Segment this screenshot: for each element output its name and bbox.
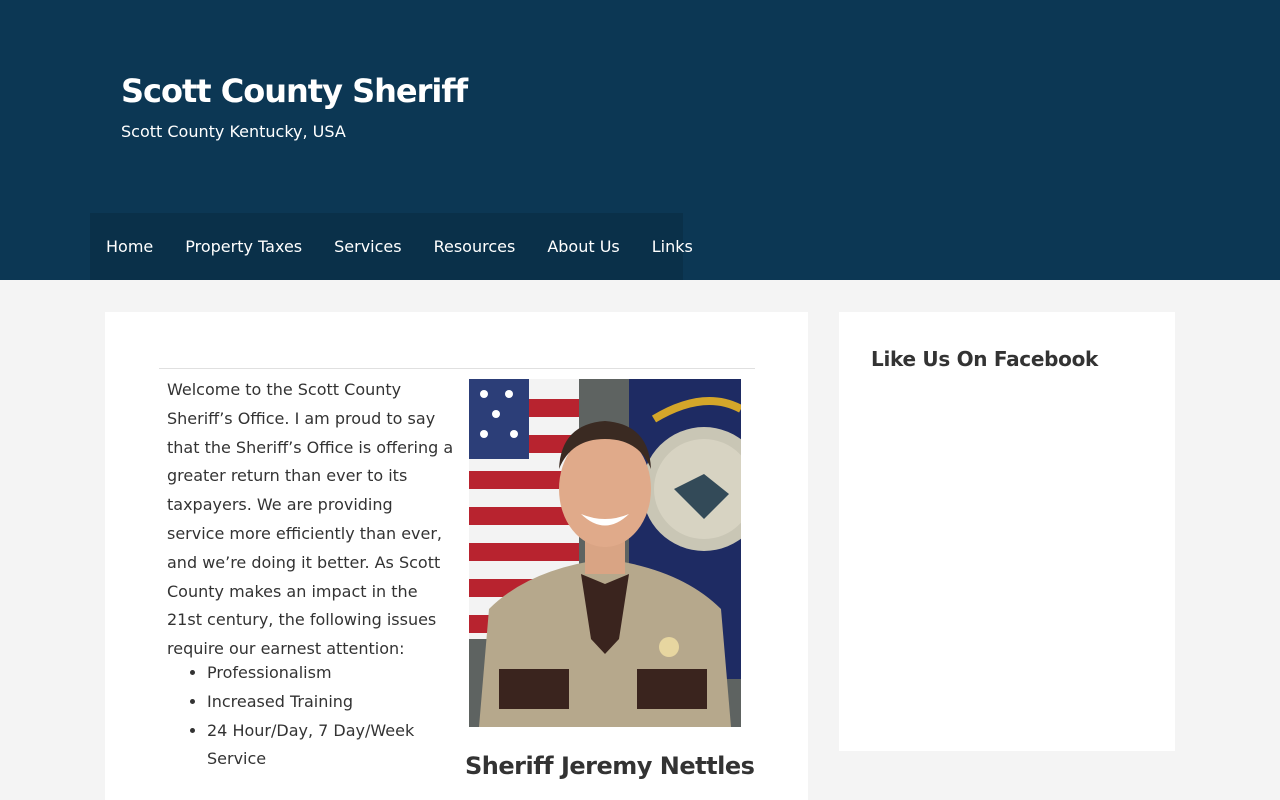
list-item: 24 Hour/Day, 7 Day/Week Service <box>207 717 447 775</box>
main-content: Welcome to the Scott County Sheriff’s Of… <box>105 312 808 800</box>
widget-title: Like Us On Facebook <box>871 347 1099 371</box>
nav-item-home[interactable]: Home <box>106 237 153 256</box>
nav-item-property-taxes[interactable]: Property Taxes <box>185 237 302 256</box>
nav-item-resources[interactable]: Resources <box>434 237 516 256</box>
nav-item-links[interactable]: Links <box>652 237 693 256</box>
list-item: Professionalism <box>207 659 447 688</box>
nav-item-services[interactable]: Services <box>334 237 401 256</box>
photo-caption: Sheriff Jeremy Nettles <box>465 752 755 780</box>
priority-list: Professionalism Increased Training 24 Ho… <box>207 659 447 774</box>
list-item: Increased Training <box>207 688 447 717</box>
divider <box>159 368 755 369</box>
sidebar-widget: Like Us On Facebook <box>839 312 1175 751</box>
main-nav: Home Property Taxes Services Resources A… <box>90 213 693 280</box>
site-header: Scott County Sheriff Scott County Kentuc… <box>0 0 1280 280</box>
sheriff-photo <box>469 379 741 727</box>
site-tagline: Scott County Kentucky, USA <box>121 122 346 141</box>
site-title[interactable]: Scott County Sheriff <box>121 72 468 110</box>
intro-text: Welcome to the Scott County Sheriff’s Of… <box>167 380 454 659</box>
nav-item-about-us[interactable]: About Us <box>547 237 619 256</box>
